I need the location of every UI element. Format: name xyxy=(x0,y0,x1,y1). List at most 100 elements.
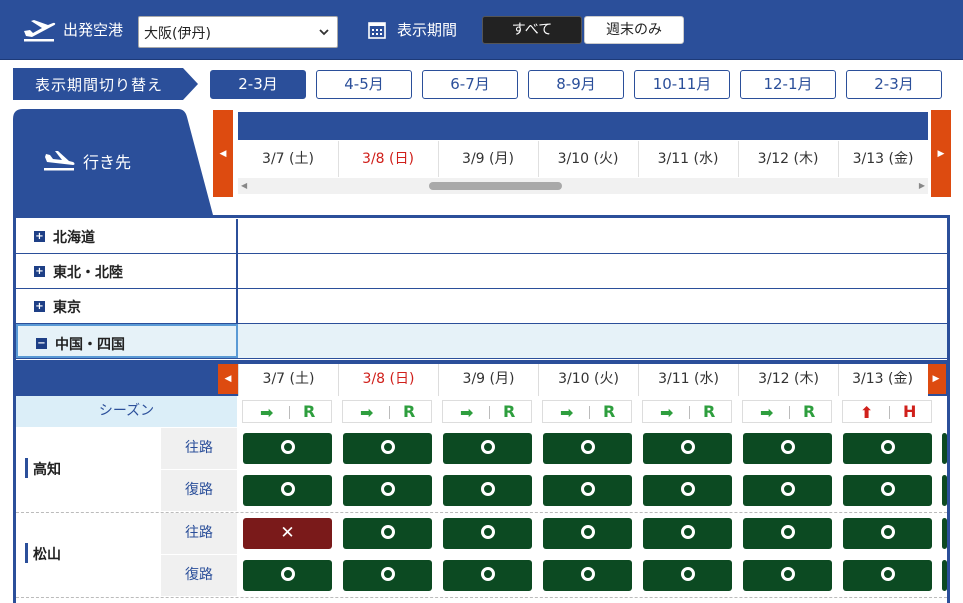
inner-date-cell: 3/12 (木) xyxy=(738,364,838,396)
period-switch-text: 表示期間切り替え xyxy=(35,76,164,94)
region-name-cell[interactable]: + 北海道 xyxy=(16,219,238,253)
seat-available[interactable] xyxy=(243,433,332,464)
seat-partial xyxy=(942,560,947,591)
seat-available[interactable] xyxy=(543,433,632,464)
arrow-right-icon: ➡ xyxy=(460,403,474,422)
seat-partial xyxy=(942,518,947,549)
top-bar: 出発空港 大阪(伊丹) 表示期間 すべて 週末のみ xyxy=(0,0,963,60)
date-header-cell: 3/12 (木) xyxy=(757,151,819,167)
triangle-right-icon: ▶ xyxy=(932,374,940,384)
seat-partial xyxy=(942,433,947,464)
toggle-all-button[interactable]: すべて xyxy=(482,16,582,44)
horizontal-scrollbar[interactable]: ◀ ▶ xyxy=(238,178,928,194)
inner-scroll-right-button[interactable]: ▶ xyxy=(926,364,946,394)
period-tab[interactable]: 4-5月 xyxy=(316,70,412,99)
region-row-chugoku-shikoku[interactable]: − 中国・四国 xyxy=(16,324,947,359)
seat-available[interactable] xyxy=(443,433,532,464)
region-name: 東北・北陸 xyxy=(53,265,123,281)
expand-plus-icon[interactable]: + xyxy=(34,301,45,312)
seat-available[interactable] xyxy=(743,475,832,506)
period-tab[interactable]: 12-1月 xyxy=(740,70,836,99)
seat-available[interactable] xyxy=(543,560,632,591)
display-period-label: 表示期間 xyxy=(397,21,458,39)
seat-available[interactable] xyxy=(543,475,632,506)
season-code: R xyxy=(803,402,816,421)
direction-return: 復路 xyxy=(161,555,237,596)
city-divider xyxy=(16,597,947,598)
seat-available[interactable] xyxy=(843,475,932,506)
seat-partial xyxy=(942,475,947,506)
region-row-tokyo[interactable]: + 東京 xyxy=(16,289,947,324)
seat-available[interactable] xyxy=(743,560,832,591)
season-code: R xyxy=(603,402,616,421)
inner-date-cell: 3/11 (水) xyxy=(638,364,738,396)
region-name-cell[interactable]: − 中国・四国 xyxy=(16,324,238,358)
date-header-cell: 3/10 (火) xyxy=(557,151,619,167)
direction-outbound: 往路 xyxy=(161,513,237,554)
plane-landing-icon xyxy=(44,151,75,171)
triangle-left-icon: ◀ xyxy=(224,374,232,384)
seat-available[interactable] xyxy=(543,518,632,549)
scroll-right-button[interactable]: ▶ xyxy=(931,110,951,197)
region-row-tohoku-hokuriku[interactable]: + 東北・北陸 xyxy=(16,254,947,289)
period-tab[interactable]: 10-11月 xyxy=(634,70,730,99)
scroll-left-button[interactable]: ◀ xyxy=(213,110,233,197)
direction-outbound: 往路 xyxy=(161,428,237,469)
seat-available[interactable] xyxy=(643,560,732,591)
season-badge: ➡ R xyxy=(642,400,732,423)
scroll-arrow-right-icon[interactable]: ▶ xyxy=(919,181,925,190)
seat-available[interactable] xyxy=(743,433,832,464)
seat-available[interactable] xyxy=(443,475,532,506)
seat-available[interactable] xyxy=(243,560,332,591)
triangle-right-icon: ▶ xyxy=(937,148,945,159)
season-code: R xyxy=(303,402,316,421)
seat-available[interactable] xyxy=(843,560,932,591)
collapse-minus-icon[interactable]: − xyxy=(36,338,47,349)
region-name: 中国・四国 xyxy=(55,337,125,353)
seat-available[interactable] xyxy=(743,518,832,549)
arrow-right-icon: ➡ xyxy=(360,403,374,422)
period-tab[interactable]: 2-3月 xyxy=(210,70,306,99)
arrow-right-icon: ➡ xyxy=(660,403,674,422)
region-row-hokkaido[interactable]: + 北海道 xyxy=(16,219,947,254)
season-badge: ➡ R xyxy=(242,400,332,423)
seat-full[interactable]: ✕ xyxy=(243,518,332,549)
city-marker xyxy=(25,458,28,478)
scrollbar-thumb[interactable] xyxy=(429,182,562,190)
seat-available[interactable] xyxy=(843,518,932,549)
chevron-down-icon xyxy=(319,29,329,36)
region-name-cell[interactable]: + 東京 xyxy=(16,289,238,323)
seat-available[interactable] xyxy=(643,518,732,549)
seat-available[interactable] xyxy=(343,433,432,464)
period-tab[interactable]: 8-9月 xyxy=(528,70,624,99)
city-name: 高知 xyxy=(33,462,61,478)
seat-available[interactable] xyxy=(243,475,332,506)
season-code: R xyxy=(703,402,716,421)
seat-available[interactable] xyxy=(843,433,932,464)
calendar-icon xyxy=(368,22,386,39)
expand-plus-icon[interactable]: + xyxy=(34,231,45,242)
seat-available[interactable] xyxy=(343,475,432,506)
expand-plus-icon[interactable]: + xyxy=(34,266,45,277)
inner-scroll-left-button[interactable]: ◀ xyxy=(218,364,238,394)
arrow-right-icon: ➡ xyxy=(760,403,774,422)
seat-available[interactable] xyxy=(643,433,732,464)
triangle-left-icon: ◀ xyxy=(219,148,227,159)
season-code: R xyxy=(503,402,516,421)
season-label: シーズン xyxy=(16,396,237,427)
date-header-cell: 3/7 (土) xyxy=(262,151,314,167)
city-cell-matsuyama: 松山 xyxy=(16,513,161,596)
seat-available[interactable] xyxy=(443,518,532,549)
scroll-arrow-left-icon[interactable]: ◀ xyxy=(241,181,247,190)
departure-airport-value: 大阪(伊丹) xyxy=(144,26,211,42)
seat-available[interactable] xyxy=(343,560,432,591)
inner-date-cell: 3/10 (火) xyxy=(538,364,638,396)
period-tab[interactable]: 2-3月 xyxy=(846,70,942,99)
seat-available[interactable] xyxy=(643,475,732,506)
period-tab[interactable]: 6-7月 xyxy=(422,70,518,99)
departure-airport-select[interactable]: 大阪(伊丹) xyxy=(138,16,338,48)
seat-available[interactable] xyxy=(343,518,432,549)
toggle-weekend-button[interactable]: 週末のみ xyxy=(584,16,684,44)
seat-available[interactable] xyxy=(443,560,532,591)
region-name-cell[interactable]: + 東北・北陸 xyxy=(16,254,238,288)
